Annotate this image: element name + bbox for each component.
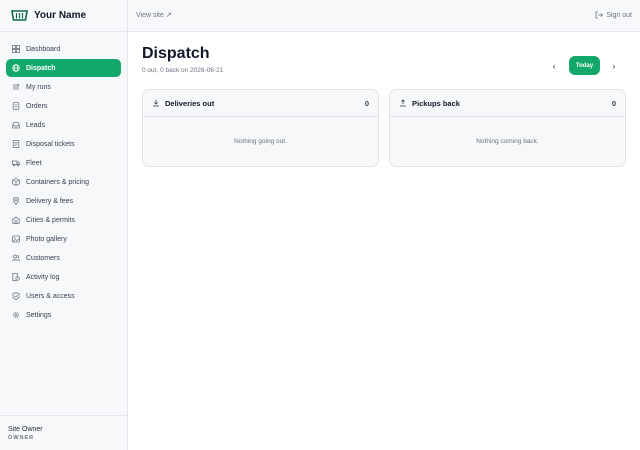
sidebar-item-label: Photo gallery [26, 235, 67, 243]
panel-title: Pickups back [412, 98, 460, 108]
grid-icon [12, 45, 20, 53]
sidebar-item-cities-permits[interactable]: Cities & permits [6, 211, 121, 229]
building-icon [12, 216, 20, 224]
box-icon [12, 178, 20, 186]
sidebar: Your Name Dashboard Dispatch My runs Ord… [0, 0, 128, 450]
route-icon [12, 83, 20, 91]
sidebar-item-label: Users & access [26, 292, 75, 300]
users-icon [12, 254, 20, 262]
sidebar-item-customers[interactable]: Customers [6, 249, 121, 267]
inbox-icon [12, 121, 20, 129]
page-subtitle: 0 out, 0 back on 2026-08-21 [142, 67, 224, 74]
gear-icon [12, 311, 20, 319]
sidebar-item-activity-log[interactable]: Activity log [6, 268, 121, 286]
chevron-right-icon: › [612, 60, 616, 71]
sidebar-item-label: Disposal tickets [26, 140, 75, 148]
topbar: View site ↗ Sign out [128, 0, 640, 32]
globe-icon [12, 64, 20, 72]
ticket-icon [12, 140, 20, 148]
sidebar-item-label: Cities & permits [26, 216, 76, 224]
sidebar-item-label: Orders [26, 102, 48, 110]
pickups-back-panel: Pickups back 0 Nothing coming back. [389, 89, 626, 167]
sidebar-item-containers-pricing[interactable]: Containers & pricing [6, 173, 121, 191]
sidebar-item-leads[interactable]: Leads [6, 116, 121, 134]
sidebar-nav: Dashboard Dispatch My runs Orders Leads … [6, 40, 121, 325]
empty-state: Nothing going out. [234, 138, 287, 145]
image-icon [12, 235, 20, 243]
brand[interactable]: Your Name [0, 0, 127, 32]
sidebar-item-label: My runs [26, 83, 51, 91]
sign-out-icon [595, 11, 604, 19]
sidebar-item-dashboard[interactable]: Dashboard [6, 40, 121, 58]
sidebar-item-label: Customers [26, 254, 60, 262]
sign-out-button[interactable]: Sign out [595, 11, 632, 19]
brand-name: Your Name [34, 10, 87, 21]
sidebar-item-label: Fleet [26, 159, 42, 167]
date-navigation: ‹ Today › [548, 56, 624, 75]
dumpster-logo-icon [11, 9, 28, 22]
shield-icon [12, 292, 20, 300]
sidebar-item-label: Dispatch [26, 64, 56, 72]
panel-title: Deliveries out [165, 98, 215, 108]
sidebar-item-label: Leads [26, 121, 46, 129]
panel-header: Pickups back 0 [390, 90, 625, 117]
sidebar-item-delivery-fees[interactable]: Delivery & fees [6, 192, 121, 210]
sidebar-item-orders[interactable]: Orders [6, 97, 121, 115]
arrow-down-tray-icon [152, 99, 160, 107]
sidebar-item-disposal-tickets[interactable]: Disposal tickets [6, 135, 121, 153]
page-title: Dispatch [142, 45, 210, 62]
sidebar-item-dispatch[interactable]: Dispatch [6, 59, 121, 77]
sidebar-item-my-runs[interactable]: My runs [6, 78, 121, 96]
next-day-button[interactable]: › [608, 56, 620, 75]
sidebar-item-label: Settings [26, 311, 52, 319]
sidebar-item-photo-gallery[interactable]: Photo gallery [6, 230, 121, 248]
sidebar-item-settings[interactable]: Settings [6, 306, 121, 324]
sidebar-item-label: Activity log [26, 273, 60, 281]
panel-count: 0 [364, 98, 369, 108]
panel-header: Deliveries out 0 [143, 90, 378, 117]
user-name: Site Owner [8, 426, 43, 433]
pin-icon [12, 197, 20, 205]
current-user[interactable]: Site Owner OWNER [0, 415, 127, 450]
empty-state: Nothing coming back. [476, 138, 539, 145]
sidebar-item-label: Delivery & fees [26, 197, 74, 205]
sidebar-item-label: Dashboard [26, 45, 61, 53]
sidebar-item-users-access[interactable]: Users & access [6, 287, 121, 305]
receipt-icon [12, 102, 20, 110]
arrow-up-tray-icon [399, 99, 407, 107]
previous-day-button[interactable]: ‹ [548, 56, 560, 75]
truck-icon [12, 159, 20, 167]
user-role: OWNER [8, 435, 35, 441]
history-icon [12, 273, 20, 281]
sidebar-item-fleet[interactable]: Fleet [6, 154, 121, 172]
panel-count: 0 [611, 98, 616, 108]
sign-out-label: Sign out [606, 11, 632, 19]
today-button[interactable]: Today [569, 56, 600, 75]
chevron-left-icon: ‹ [552, 60, 556, 71]
view-site-link[interactable]: View site ↗ [136, 11, 172, 19]
deliveries-out-panel: Deliveries out 0 Nothing going out. [142, 89, 379, 167]
sidebar-item-label: Containers & pricing [26, 178, 90, 186]
